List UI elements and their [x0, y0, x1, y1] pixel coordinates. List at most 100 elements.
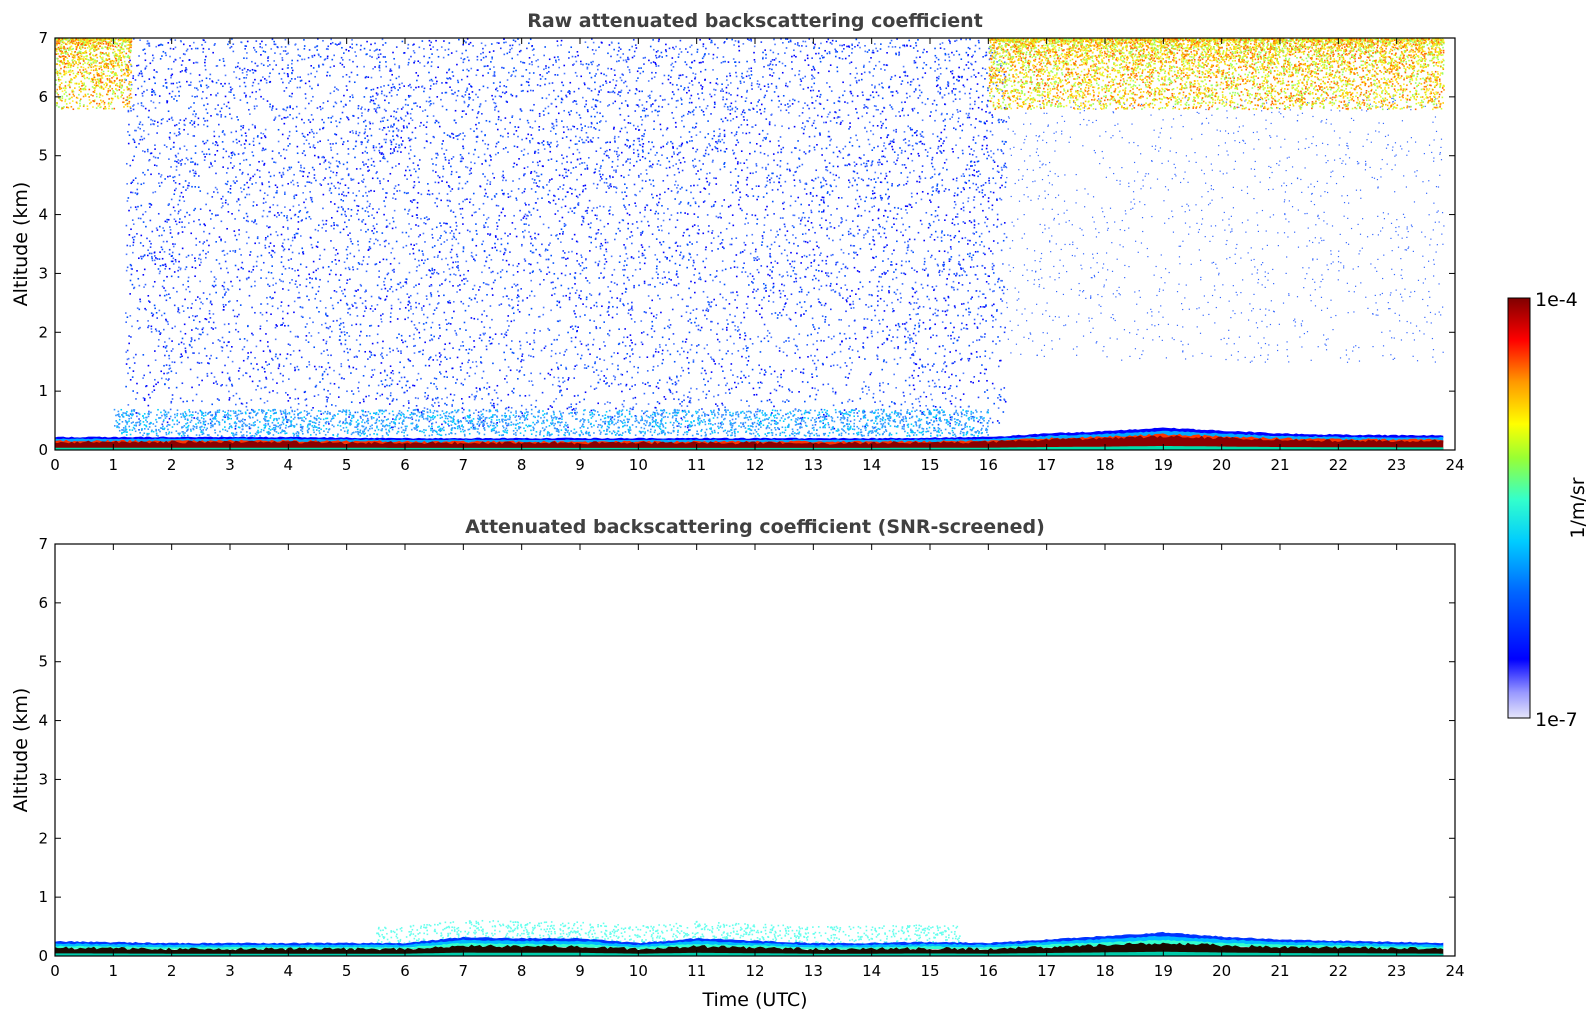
noise-dot — [729, 335, 732, 338]
noise-dot — [984, 68, 987, 70]
noise-dot — [463, 408, 465, 411]
noise-dot — [456, 356, 459, 359]
noise-dot — [789, 80, 791, 83]
noise-dot — [777, 188, 779, 191]
noise-dot — [901, 149, 903, 152]
noise-dot — [227, 167, 229, 170]
noise-dot — [773, 38, 775, 41]
noise-dot — [880, 163, 883, 165]
noise-dot — [400, 334, 403, 337]
noise-dot — [732, 224, 735, 227]
noise-dot — [339, 182, 342, 185]
noise-dot — [541, 75, 544, 78]
noise-dot — [813, 259, 816, 261]
noise-dot — [237, 153, 240, 155]
noise-dot — [604, 150, 607, 153]
noise-dot — [373, 217, 375, 219]
noise-dot — [711, 230, 714, 232]
noise-dot — [390, 115, 392, 118]
noise-dot — [670, 379, 673, 381]
noise-dot — [170, 74, 173, 77]
noise-dot — [698, 178, 701, 180]
noise-dot — [340, 290, 343, 292]
noise-dot — [992, 272, 995, 274]
noise-dot — [142, 221, 145, 223]
noise-dot — [502, 170, 504, 173]
noise-dot — [206, 119, 209, 122]
noise-dot — [708, 143, 710, 145]
noise-dot — [380, 76, 382, 78]
noise-dot — [904, 335, 906, 338]
noise-dot — [553, 194, 555, 197]
noise-dot — [461, 207, 464, 210]
noise-dot — [259, 327, 262, 330]
noise-dot — [331, 261, 333, 263]
noise-dot — [415, 269, 418, 272]
noise-dot — [491, 247, 494, 249]
noise-dot — [747, 222, 749, 224]
noise-dot — [883, 300, 885, 303]
noise-dot — [276, 190, 278, 192]
noise-dot — [813, 135, 816, 138]
noise-dot — [271, 305, 274, 308]
noise-dot — [615, 191, 618, 194]
noise-dot — [440, 243, 443, 246]
noise-dot — [999, 186, 1002, 189]
noise-dot — [304, 97, 307, 100]
noise-dot — [657, 212, 660, 215]
noise-dot — [401, 231, 404, 234]
noise-dot — [878, 158, 881, 161]
noise-dot — [234, 427, 237, 430]
noise-dot — [829, 64, 832, 66]
noise-dot — [372, 122, 374, 125]
noise-dot — [891, 148, 894, 151]
noise-dot — [462, 417, 465, 419]
noise-dot — [128, 209, 130, 212]
noise-dot — [564, 205, 567, 208]
noise-dot — [980, 185, 983, 187]
noise-dot — [457, 269, 460, 272]
noise-dot — [699, 278, 702, 281]
noise-dot — [392, 349, 394, 352]
noise-dot — [678, 159, 681, 161]
noise-dot — [786, 298, 789, 300]
noise-dot — [868, 293, 871, 296]
noise-dot — [195, 113, 197, 115]
noise-dot — [291, 69, 294, 72]
noise-dot — [671, 255, 673, 258]
noise-dot — [529, 343, 531, 345]
noise-dot — [151, 230, 154, 233]
noise-dot — [596, 183, 599, 186]
noise-dot — [551, 178, 553, 180]
noise-dot — [345, 225, 348, 228]
noise-dot — [992, 319, 994, 322]
noise-dot — [194, 170, 197, 173]
noise-dot — [222, 309, 225, 311]
noise-dot — [587, 348, 590, 351]
noise-dot — [680, 405, 683, 407]
noise-dot — [702, 61, 704, 63]
noise-dot — [369, 128, 371, 130]
noise-dot — [864, 358, 866, 360]
noise-dot — [507, 132, 509, 135]
noise-dot — [155, 164, 158, 167]
noise-dot — [849, 420, 852, 423]
noise-dot — [833, 335, 835, 338]
noise-dot — [812, 248, 815, 251]
noise-dot — [132, 238, 135, 241]
noise-dot — [830, 308, 832, 311]
noise-dot — [280, 155, 282, 157]
noise-dot — [501, 269, 504, 271]
noise-dot — [428, 420, 431, 423]
noise-dot — [745, 357, 747, 359]
noise-dot — [969, 211, 971, 213]
noise-dot — [675, 249, 678, 252]
noise-dot — [584, 184, 587, 187]
noise-dot — [238, 78, 241, 80]
noise-dot — [988, 207, 990, 209]
noise-dot — [418, 283, 420, 285]
noise-dot — [368, 256, 370, 258]
noise-dot — [462, 345, 465, 347]
noise-dot — [990, 156, 993, 159]
noise-dot — [487, 233, 489, 235]
